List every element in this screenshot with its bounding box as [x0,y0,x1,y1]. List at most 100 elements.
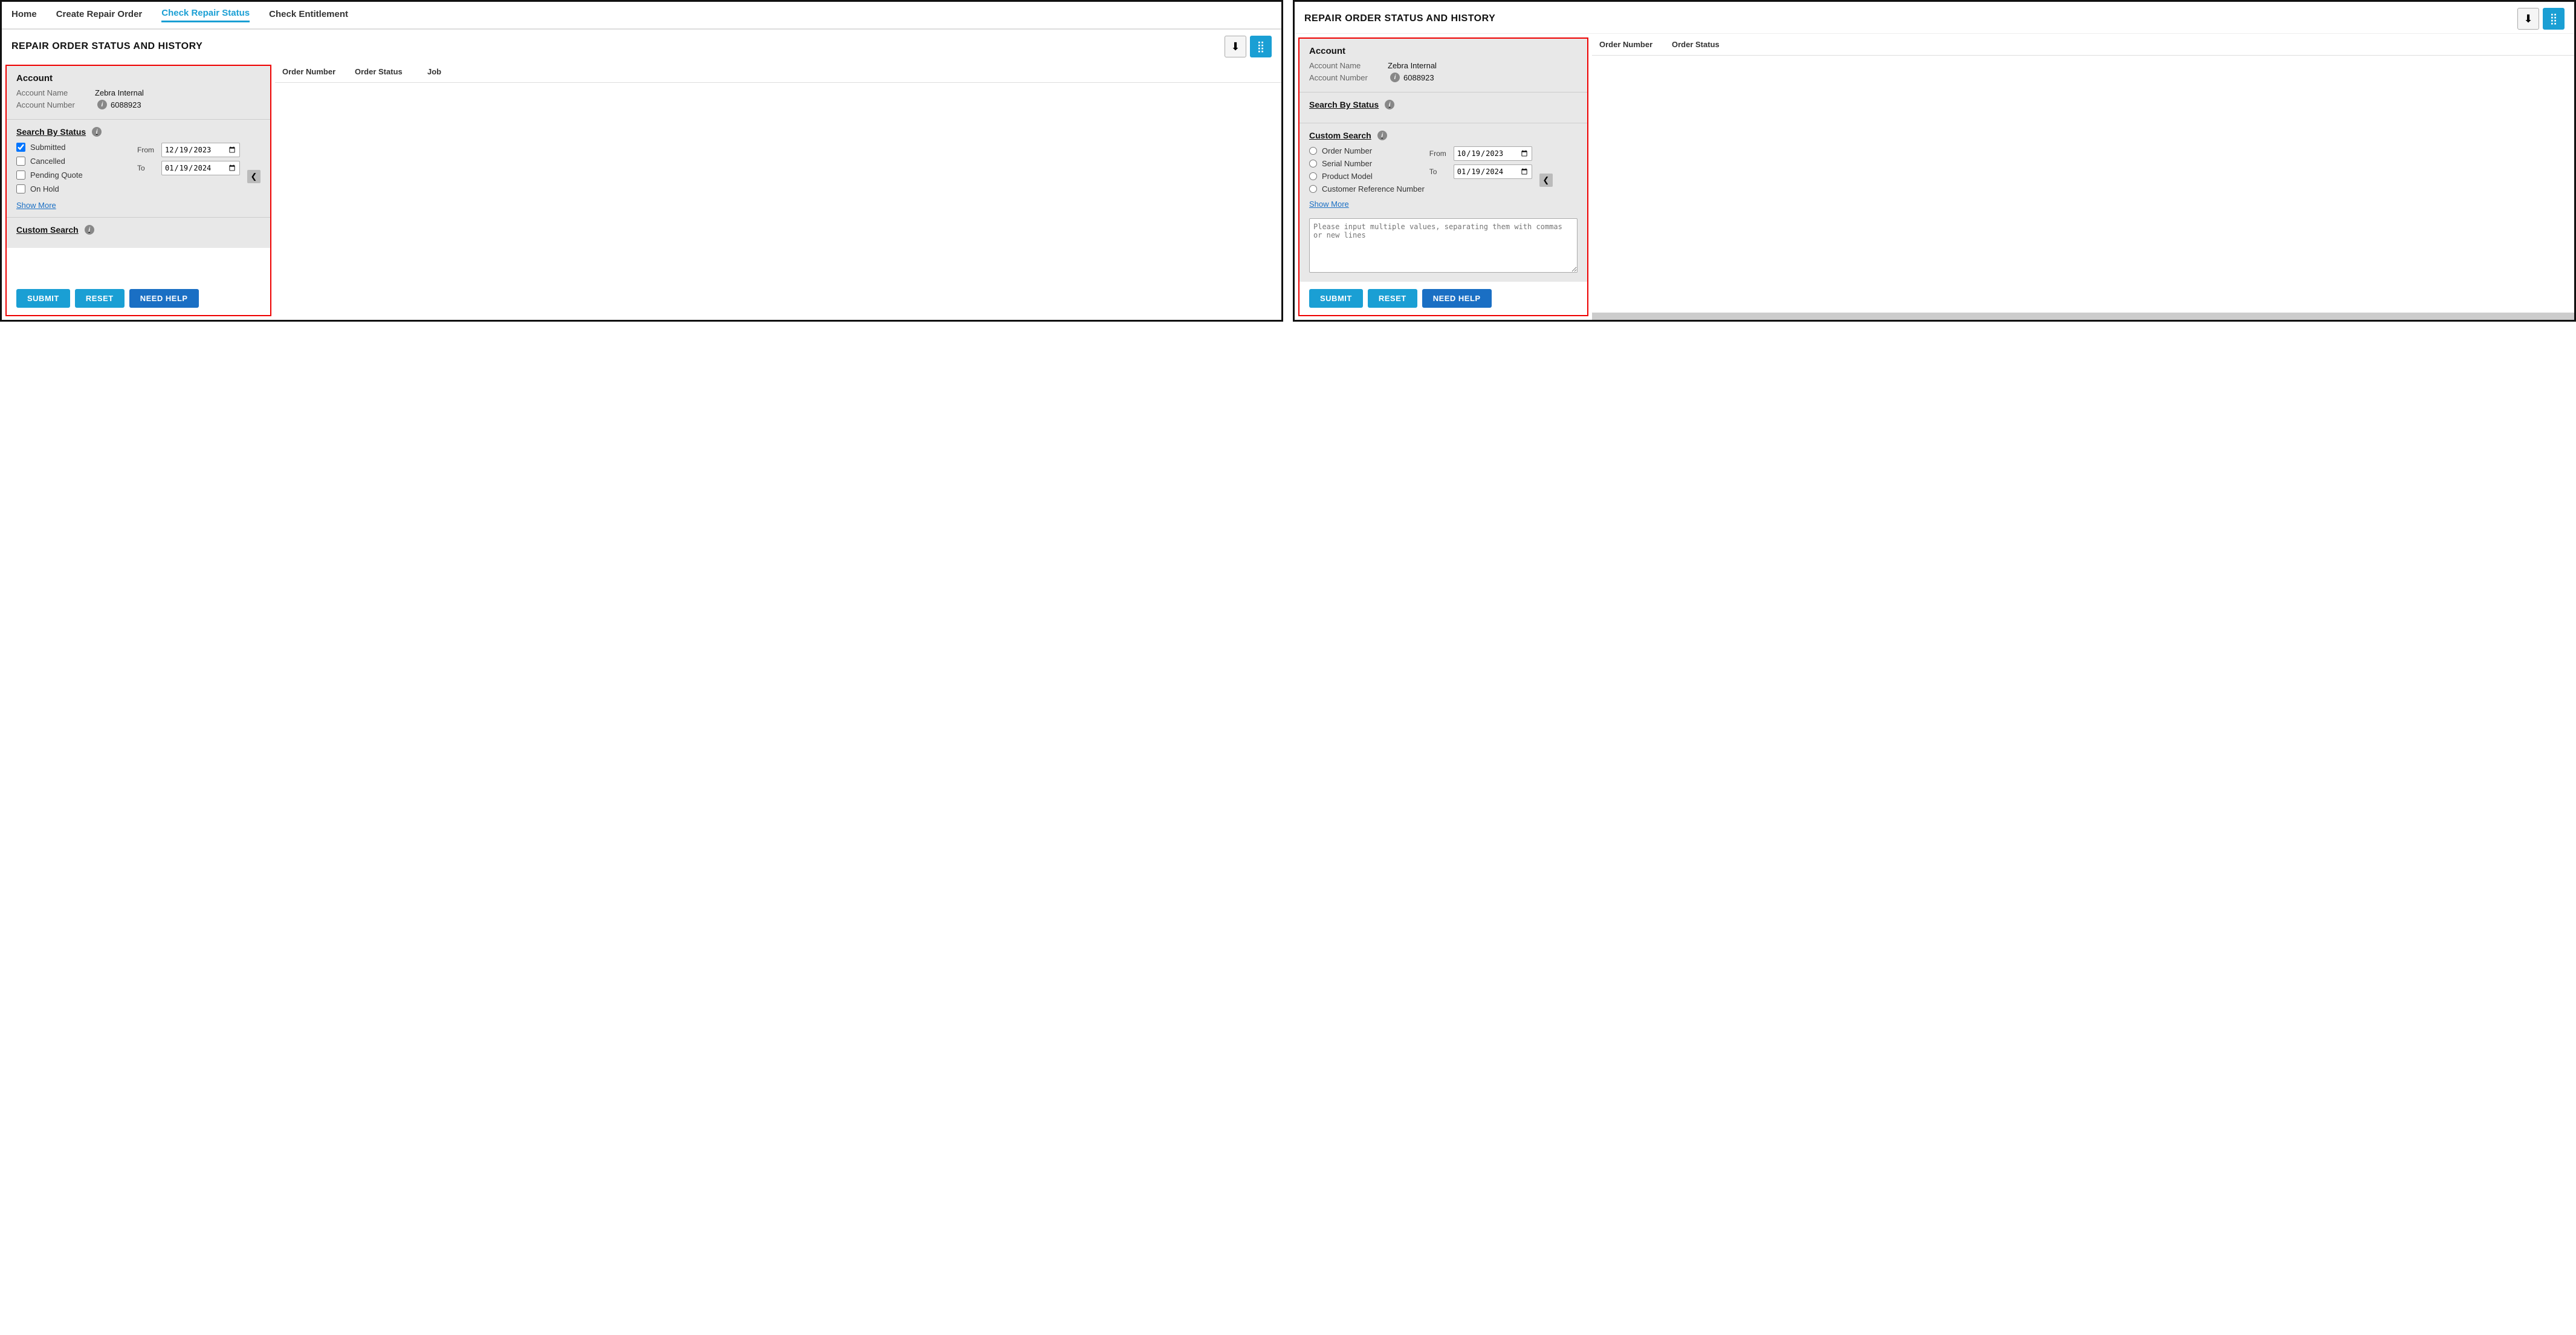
left-account-number-row: Account Number i 6088923 [16,100,261,109]
left-custom-search-info-icon[interactable]: i [85,225,94,235]
left-help-button[interactable]: NEED HELP [129,289,199,308]
nav-check-repair-status[interactable]: Check Repair Status [161,8,250,22]
right-reset-button[interactable]: RESET [1368,289,1417,308]
columns-icon: ⣿ [1257,41,1264,53]
right-to-date-input[interactable] [1454,164,1532,179]
left-columns-btn[interactable]: ⣿ [1250,36,1272,57]
right-account-number-value: 6088923 [1403,73,1434,82]
left-icon-btn-group: ⬇ ⣿ [1225,36,1272,57]
right-radio-order-number-label: Order Number [1322,146,1372,155]
left-account-number-label: Account Number [16,100,95,109]
left-search-by-status-section: Search By Status i Submitted Cancelled [7,120,270,218]
right-page-title-row: REPAIR ORDER STATUS AND HISTORY ⬇ ⣿ [1295,2,2574,34]
right-radio-customer-ref[interactable]: Customer Reference Number [1309,184,1425,193]
left-to-date-row: To [137,161,240,175]
right-account-name-row: Account Name Zebra Internal [1309,61,1578,70]
right-account-number-label: Account Number [1309,73,1388,82]
download-icon: ⬇ [1231,41,1240,53]
right-submit-button[interactable]: SUBMIT [1309,289,1363,308]
right-scrollbar[interactable] [1592,313,2574,320]
right-search-status-info-icon[interactable]: i [1385,100,1394,109]
left-show-more-link[interactable]: Show More [16,201,132,210]
nav-check-entitlement[interactable]: Check Entitlement [269,9,348,22]
left-account-section: Account Account Name Zebra Internal Acco… [7,66,270,120]
right-show-more-link[interactable]: Show More [1309,200,1425,209]
left-status-pending-quote[interactable]: Pending Quote [16,171,132,180]
left-from-date-input[interactable] [161,143,240,157]
right-account-name-value: Zebra Internal [1388,61,1437,70]
left-download-btn[interactable]: ⬇ [1225,36,1246,57]
left-search-status-info-icon[interactable]: i [92,127,102,137]
right-columns-btn[interactable]: ⣿ [2543,8,2565,30]
left-search-by-status-header[interactable]: Search By Status i [16,127,102,137]
right-download-btn[interactable]: ⬇ [2517,8,2539,30]
right-icon-btn-group: ⬇ ⣿ [2517,8,2565,30]
right-custom-search-textarea[interactable] [1309,218,1578,273]
right-action-buttons: SUBMIT RESET NEED HELP [1299,282,1587,315]
right-to-label: To [1429,167,1450,176]
left-collapse-arrow[interactable]: ❮ [247,170,261,183]
left-page-title-row: REPAIR ORDER STATUS AND HISTORY ⬇ ⣿ [2,30,1281,61]
right-radio-order-number[interactable]: Order Number [1309,146,1425,155]
right-help-button[interactable]: NEED HELP [1422,289,1492,308]
left-custom-search-header[interactable]: Custom Search i [16,225,94,235]
left-pending-quote-label: Pending Quote [30,171,83,180]
right-radio-order-number-input[interactable] [1309,147,1317,155]
left-table-area: Order Number Order Status Job [275,61,1281,320]
right-search-by-status-header[interactable]: Search By Status i [1309,100,1394,109]
right-search-by-status-section: Search By Status i [1299,93,1587,123]
right-account-number-row: Account Number i 6088923 [1309,73,1578,82]
left-status-cancelled[interactable]: Cancelled [16,157,132,166]
right-radio-serial-number-label: Serial Number [1322,159,1372,168]
right-radio-customer-ref-label: Customer Reference Number [1322,184,1425,193]
left-table-col-order-status: Order Status [355,67,427,76]
right-radio-customer-ref-input[interactable] [1309,185,1317,193]
left-on-hold-label: On Hold [30,184,59,193]
right-collapse-arrow[interactable]: ❮ [1539,174,1553,187]
right-from-date-input[interactable] [1454,146,1532,161]
nav-home[interactable]: Home [11,9,37,22]
left-submitted-label: Submitted [30,143,66,152]
left-table-col-order-number: Order Number [282,67,355,76]
right-radio-serial-number[interactable]: Serial Number [1309,159,1425,168]
left-table-col-job: Job [427,67,500,76]
left-account-number-value: 6088923 [111,100,141,109]
nav-bar: Home Create Repair Order Check Repair St… [2,2,1281,30]
left-form-sidebar: Account Account Name Zebra Internal Acco… [5,65,271,316]
right-date-range-col: From To [1429,146,1532,213]
nav-create-repair-order[interactable]: Create Repair Order [56,9,143,22]
left-status-submitted[interactable]: Submitted [16,143,132,152]
right-account-number-info-icon[interactable]: i [1390,73,1400,82]
right-account-name-label: Account Name [1309,61,1388,70]
left-pending-quote-checkbox[interactable] [16,171,25,180]
right-page-title: REPAIR ORDER STATUS AND HISTORY [1304,13,1495,24]
left-reset-button[interactable]: RESET [75,289,125,308]
right-account-section: Account Account Name Zebra Internal Acco… [1299,39,1587,93]
left-from-date-row: From [137,143,240,157]
left-submit-button[interactable]: SUBMIT [16,289,70,308]
left-to-date-input[interactable] [161,161,240,175]
left-account-name-row: Account Name Zebra Internal [16,88,261,97]
left-submitted-checkbox[interactable] [16,143,25,152]
right-account-header: Account [1309,46,1578,56]
right-columns-icon: ⣿ [2549,13,2557,25]
right-radio-serial-number-input[interactable] [1309,160,1317,167]
right-from-label: From [1429,149,1450,158]
right-radio-col: Order Number Serial Number Product Model [1309,146,1425,209]
left-status-form: Submitted Cancelled Pending Quote O [16,143,261,210]
left-from-label: From [137,146,158,154]
left-status-on-hold[interactable]: On Hold [16,184,132,193]
left-account-name-value: Zebra Internal [95,88,144,97]
right-radio-product-model[interactable]: Product Model [1309,172,1425,181]
left-cancelled-checkbox[interactable] [16,157,25,166]
left-account-header: Account [16,73,261,83]
right-custom-search-header[interactable]: Custom Search i [1309,131,1387,140]
right-custom-search-info-icon[interactable]: i [1377,131,1387,140]
right-to-date-row: To [1429,164,1532,179]
right-form-sidebar: Account Account Name Zebra Internal Acco… [1298,37,1588,316]
right-from-date-row: From [1429,146,1532,161]
right-table-col-order-status: Order Status [1672,40,1744,49]
left-on-hold-checkbox[interactable] [16,184,25,193]
right-radio-product-model-input[interactable] [1309,172,1317,180]
left-account-number-info-icon[interactable]: i [97,100,107,109]
